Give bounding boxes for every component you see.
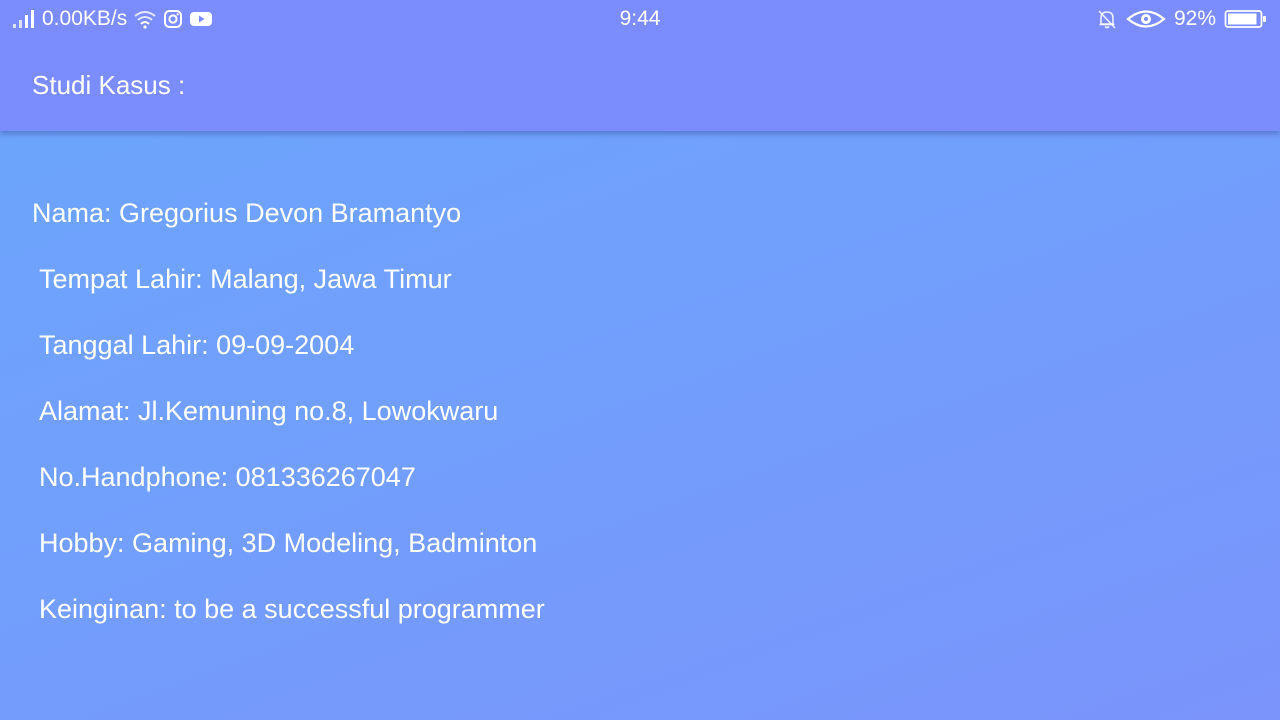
profile-aspiration: Keinginan: to be a successful programmer: [39, 594, 545, 624]
profile-hobby: Hobby: Gaming, 3D Modeling, Badminton: [39, 528, 538, 558]
status-right: 92%: [1096, 5, 1268, 33]
profile-birthplace: Tempat Lahir: Malang, Jawa Timur: [39, 264, 452, 294]
status-time: 9:44: [619, 7, 661, 30]
battery-percent: 92%: [1173, 7, 1216, 30]
app-bar-title: Studi Kasus :: [32, 70, 186, 100]
profile-birthdate: Tanggal Lahir: 09-09-2004: [39, 330, 355, 360]
screen: 0.00KB/s 9:44 92% Studi Kasus: Nama: Gr…: [0, 0, 1280, 720]
profile-name: Nama: Gregorius Devon Bramantyo: [32, 198, 462, 228]
bell-off-icon: [1096, 8, 1118, 30]
battery-icon: [1224, 8, 1268, 30]
profile-content: Nama: Gregorius Devon Bramantyo Tempat L…: [0, 131, 1280, 720]
eye-icon: [1126, 8, 1166, 30]
profile-phone: No.Handphone: 081336267047: [39, 462, 416, 492]
profile-address: Alamat: Jl.Kemuning no.8, Lowokwaru: [39, 396, 499, 426]
battery-fill: [1228, 13, 1257, 25]
app-bar: Studi Kasus :: [0, 38, 1280, 131]
status-bar: 0.00KB/s 9:44 92%: [0, 0, 1280, 38]
